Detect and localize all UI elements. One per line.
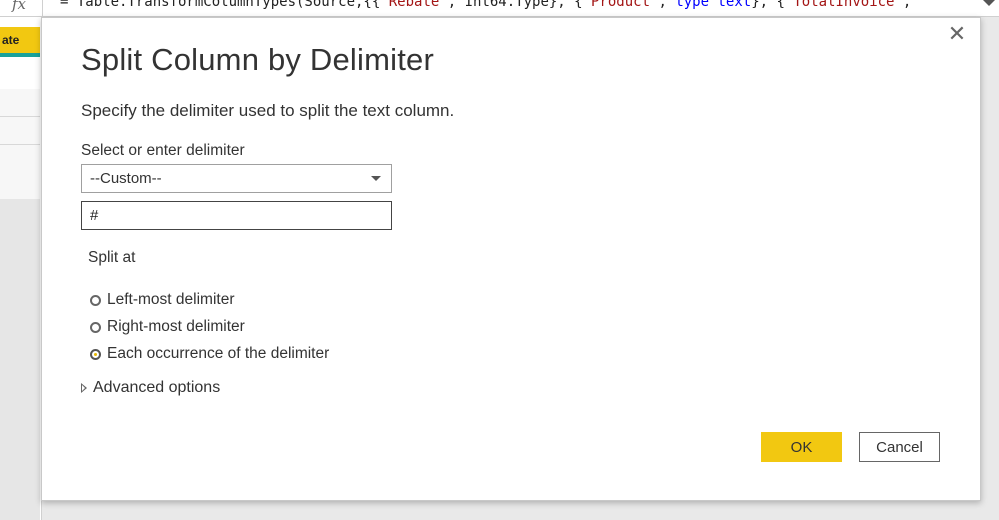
chevron-down-icon <box>371 176 381 181</box>
delimiter-label: Select or enter delimiter <box>81 142 245 159</box>
table-row <box>0 145 40 173</box>
custom-delimiter-input[interactable] <box>81 201 392 230</box>
cancel-button[interactable]: Cancel <box>859 432 940 462</box>
delimiter-select-value: --Custom-- <box>90 170 162 187</box>
radio-right-most[interactable]: Right-most delimiter <box>90 317 245 337</box>
radio-left-most[interactable]: Left-most delimiter <box>90 290 234 310</box>
formula-token: = Table.TransformColumnTypes(Source,{{ <box>60 0 381 10</box>
formula-token: "Rebate" <box>380 0 448 10</box>
formula-token: , Int64.Type}, { <box>447 0 583 10</box>
chevron-right-icon <box>81 383 87 393</box>
formula-token: "Product" <box>582 0 659 10</box>
dialog-description: Specify the delimiter used to split the … <box>81 101 455 120</box>
close-icon[interactable]: ✕ <box>946 23 968 46</box>
column-header[interactable]: ate <box>0 27 40 53</box>
fx-icon: fx <box>12 0 27 13</box>
radio-label: Left-most delimiter <box>107 291 235 308</box>
radio-button[interactable] <box>90 348 101 360</box>
radio-label: Right-most delimiter <box>107 318 245 335</box>
formula-token: , <box>902 0 912 10</box>
radio-label: Each occurrence of the delimiter <box>107 345 330 362</box>
advanced-options-label: Advanced options <box>93 379 221 396</box>
radio-button[interactable] <box>90 321 101 333</box>
formula-token: }, { <box>751 0 785 10</box>
table-row <box>0 172 40 200</box>
advanced-options-toggle[interactable]: Advanced options <box>81 379 220 397</box>
delimiter-select[interactable]: --Custom-- <box>81 164 392 193</box>
ok-button[interactable]: OK <box>761 432 842 462</box>
formula-separator <box>42 0 43 16</box>
column-quality-bar <box>0 53 40 57</box>
radio-button[interactable] <box>90 294 101 306</box>
table-row <box>0 117 40 145</box>
data-grid: ate <box>0 17 42 520</box>
grid-empty-area <box>0 199 40 520</box>
formula-token: type <box>675 0 710 10</box>
formula-token: "TotalInvoice" <box>784 0 903 10</box>
split-at-label: Split at <box>88 249 136 266</box>
formula-bar[interactable]: fx = Table.TransformColumnTypes(Source,{… <box>0 0 999 17</box>
formula-token: text <box>717 0 752 10</box>
table-row <box>0 89 40 117</box>
split-column-dialog: ✕ Split Column by Delimiter Specify the … <box>41 17 981 501</box>
formula-text[interactable]: = Table.TransformColumnTypes(Source,{{"R… <box>60 0 911 10</box>
formula-token: , <box>658 0 676 10</box>
radio-each-occurrence[interactable]: Each occurrence of the delimiter <box>90 344 329 364</box>
chevron-down-icon[interactable] <box>983 0 995 6</box>
dialog-title: Split Column by Delimiter <box>81 42 434 77</box>
